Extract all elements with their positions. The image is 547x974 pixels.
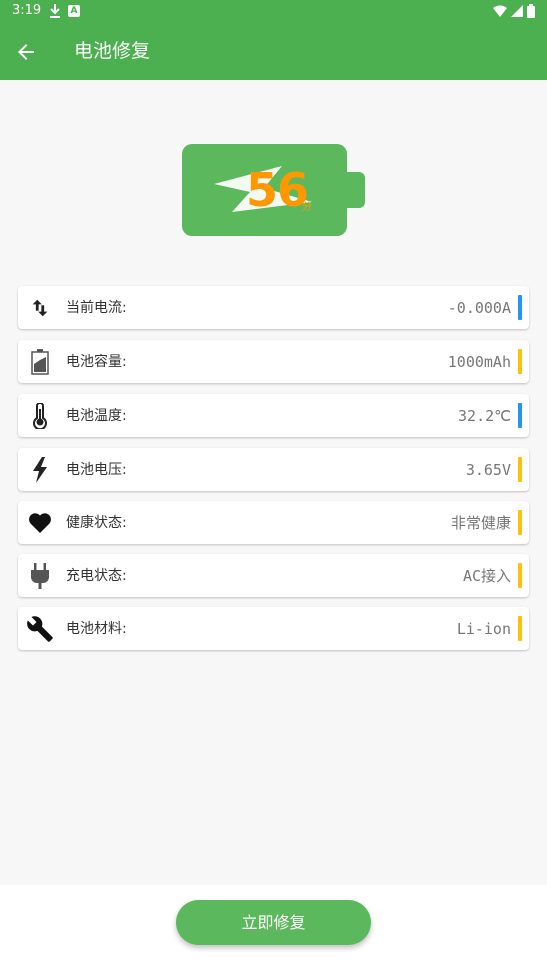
battery-status-icon (527, 4, 535, 18)
item-label: 充电状态: (66, 568, 127, 584)
lightning-icon (26, 456, 54, 484)
item-indicator-bar (518, 295, 522, 320)
item-value: 非常健康 (450, 514, 511, 532)
battery-score-graphic: 56 分 (182, 144, 347, 236)
wifi-icon (493, 5, 507, 17)
item-label: 电池温度: (66, 408, 127, 424)
page-title: 电池修复 (74, 40, 151, 62)
battery-score-unit: 分 (302, 202, 312, 213)
current-arrows-icon (26, 294, 54, 322)
item-label: 电池电压: (66, 462, 127, 478)
item-indicator-bar (518, 563, 522, 588)
list-item-voltage: 电池电压: 3.65V (18, 448, 529, 491)
item-indicator-bar (518, 510, 522, 535)
app-bar: 电池修复 (0, 24, 547, 80)
battery-capacity-icon (26, 348, 54, 376)
item-value: AC接入 (462, 567, 511, 585)
item-label: 电池容量: (66, 354, 127, 370)
item-indicator-bar (518, 403, 522, 428)
back-arrow-icon[interactable] (14, 40, 38, 64)
plug-icon (26, 562, 54, 590)
battery-score: 56 (246, 163, 309, 217)
list-item-current: 当前电流: -0.000A (18, 286, 529, 329)
list-item-capacity: 电池容量: 1000mAh (18, 340, 529, 383)
download-icon (50, 4, 60, 18)
heart-icon (26, 509, 54, 537)
thermometer-icon (26, 402, 54, 430)
repair-now-button[interactable]: 立即修复 (176, 900, 371, 945)
wrench-icon (26, 615, 54, 643)
item-value: 1000mAh (447, 353, 511, 371)
item-value: Li-ion (456, 620, 511, 638)
list-item-temperature: 电池温度: 32.2℃ (18, 394, 529, 437)
item-indicator-bar (518, 616, 522, 641)
status-time: 3:19 (12, 3, 42, 18)
item-value: 3.65V (465, 461, 511, 479)
item-indicator-bar (518, 349, 522, 374)
list-item-material: 电池材料: Li-ion (18, 607, 529, 650)
item-label: 电池材料: (66, 621, 127, 637)
item-value: 32.2℃ (458, 407, 511, 425)
signal-icon (511, 5, 523, 17)
item-label: 健康状态: (66, 515, 127, 531)
list-item-health: 健康状态: 非常健康 (18, 501, 529, 544)
status-bar: 3:19 A (0, 0, 547, 24)
battery-tip (344, 172, 365, 208)
list-item-charging: 充电状态: AC接入 (18, 554, 529, 597)
status-icons (493, 4, 535, 18)
item-indicator-bar (518, 457, 522, 482)
item-value: -0.000A (447, 299, 511, 317)
a-notification-icon: A (68, 5, 80, 17)
item-label: 当前电流: (66, 300, 127, 316)
